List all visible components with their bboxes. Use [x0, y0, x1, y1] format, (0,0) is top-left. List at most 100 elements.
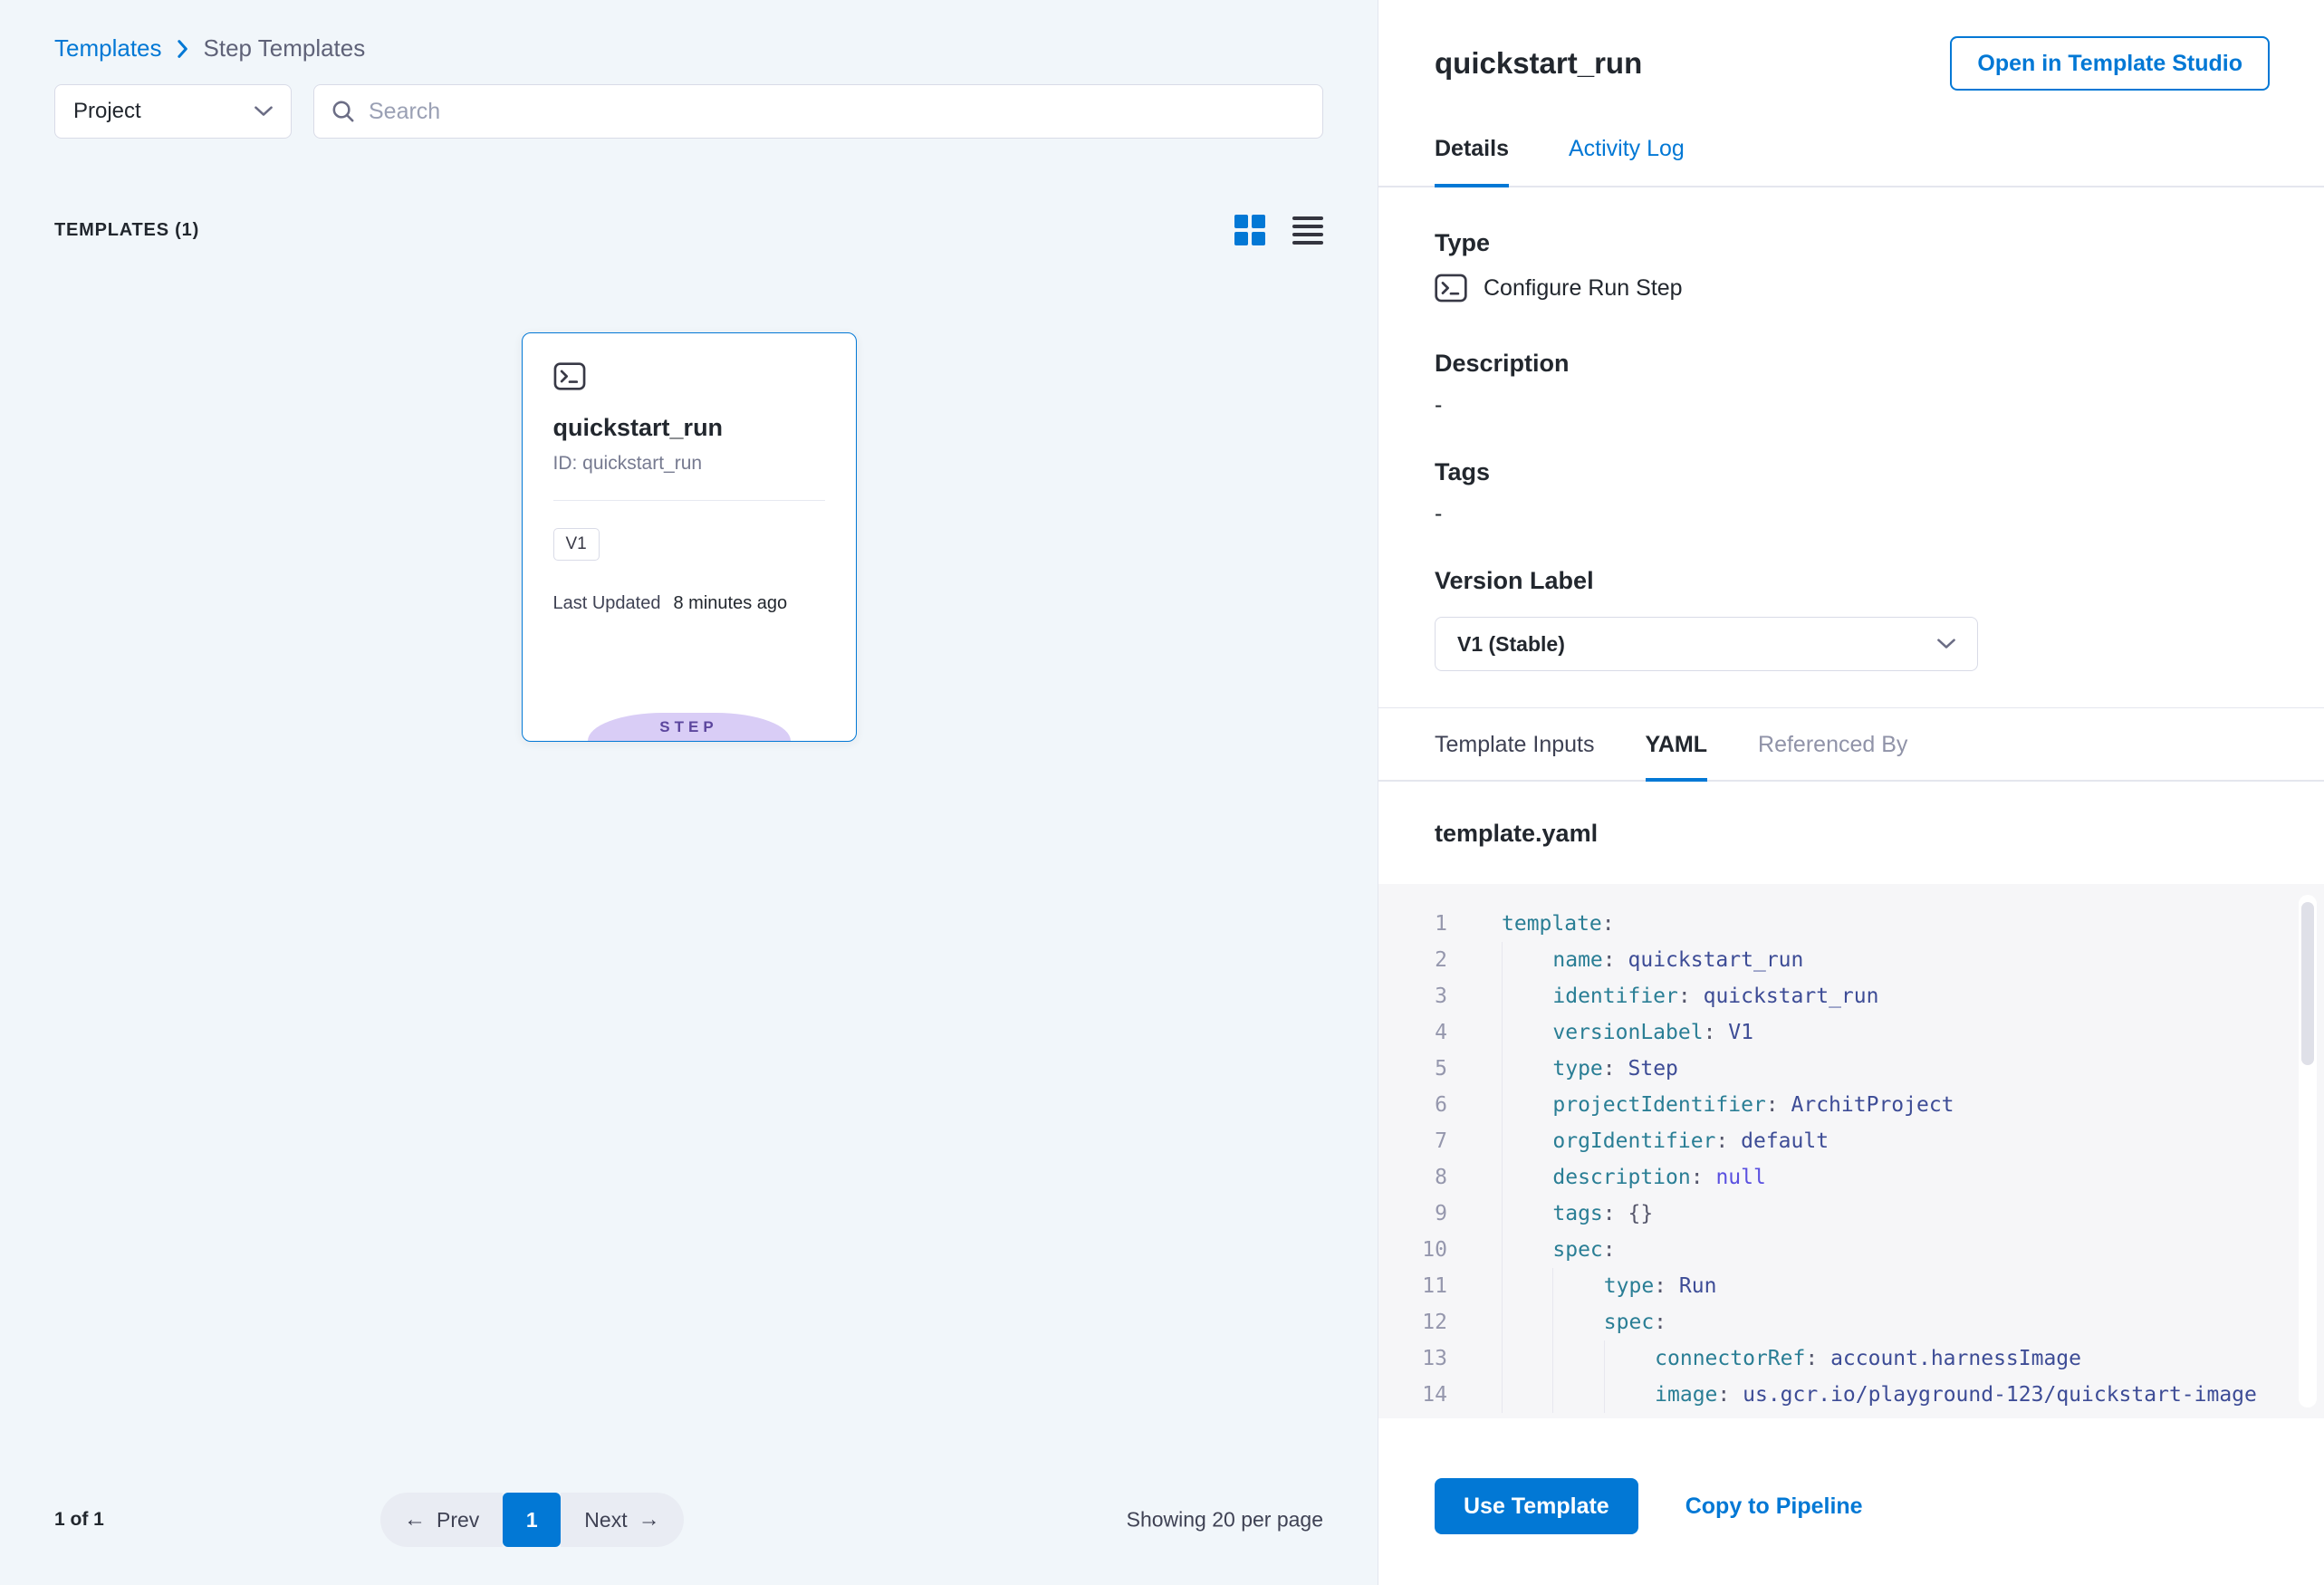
- card-last-updated: Last Updated 8 minutes ago: [553, 593, 825, 614]
- yaml-line: 9 tags: {}: [1378, 1196, 2324, 1232]
- last-updated-label: Last Updated: [553, 593, 661, 614]
- template-cards: quickstart_run ID: quickstart_run V1 Las…: [54, 332, 1323, 742]
- search-input[interactable]: [369, 99, 1306, 125]
- yaml-subtabs: Template Inputs YAML Referenced By: [1378, 707, 2324, 782]
- line-content: template:: [1502, 906, 1615, 942]
- line-content: projectIdentifier: ArchitProject: [1502, 1087, 1954, 1123]
- page-1-button[interactable]: 1: [503, 1493, 561, 1547]
- yaml-line: 4 versionLabel: V1: [1378, 1014, 2324, 1051]
- yaml-line: 1 template:: [1378, 906, 2324, 942]
- view-toggles: [1234, 215, 1323, 245]
- line-number: 14: [1378, 1377, 1447, 1413]
- line-content: spec:: [1502, 1232, 1616, 1268]
- run-step-icon: [1435, 274, 1467, 303]
- pager: ← Prev 1 Next →: [380, 1493, 684, 1547]
- prev-page-button[interactable]: ← Prev: [380, 1493, 503, 1547]
- line-number: 4: [1378, 1014, 1447, 1051]
- step-type-ribbon: STEP: [588, 713, 791, 741]
- line-content: orgIdentifier: default: [1502, 1123, 1829, 1159]
- details-tabs: Details Activity Log: [1378, 91, 2324, 187]
- line-content: image: us.gcr.io/playground-123/quicksta…: [1502, 1377, 2257, 1413]
- version-dropdown[interactable]: V1 (Stable): [1435, 617, 1978, 671]
- next-label: Next: [584, 1508, 627, 1532]
- line-content: type: Run: [1502, 1268, 1716, 1304]
- line-number: 5: [1378, 1051, 1447, 1087]
- card-id: ID: quickstart_run: [553, 453, 825, 475]
- line-number: 1: [1378, 906, 1447, 942]
- details-actions: Use Template Copy to Pipeline: [1378, 1418, 2324, 1534]
- page-summary: 1 of 1: [54, 1509, 104, 1531]
- yaml-editor[interactable]: 1template:2 name: quickstart_run3 identi…: [1378, 884, 2324, 1418]
- chevron-right-icon: [177, 40, 189, 58]
- line-number: 10: [1378, 1232, 1447, 1268]
- filter-bar: Project: [54, 84, 1323, 139]
- line-content: connectorRef: account.harnessImage: [1502, 1340, 2081, 1377]
- breadcrumb-current: Step Templates: [204, 34, 366, 62]
- open-in-template-studio-button[interactable]: Open in Template Studio: [1950, 36, 2270, 91]
- version-label: Version Label: [1435, 567, 2268, 595]
- breadcrumb: Templates Step Templates: [54, 0, 1323, 62]
- line-content: type: Step: [1502, 1051, 1678, 1087]
- details-title: quickstart_run: [1435, 46, 1642, 81]
- line-number: 8: [1378, 1159, 1447, 1196]
- search-icon: [331, 99, 356, 124]
- line-number: 2: [1378, 942, 1447, 978]
- line-number: 9: [1378, 1196, 1447, 1232]
- details-header: quickstart_run Open in Template Studio: [1378, 0, 2324, 91]
- tab-activity-log[interactable]: Activity Log: [1569, 136, 1685, 186]
- scope-dropdown[interactable]: Project: [54, 84, 292, 139]
- card-title: quickstart_run: [553, 414, 825, 442]
- use-template-button[interactable]: Use Template: [1435, 1478, 1638, 1534]
- yaml-line: 5 type: Step: [1378, 1051, 2324, 1087]
- search-box: [313, 84, 1323, 139]
- line-number: 3: [1378, 978, 1447, 1014]
- arrow-left-icon: ←: [404, 1509, 426, 1531]
- yaml-line: 11 type: Run: [1378, 1268, 2324, 1304]
- list-view-icon[interactable]: [1292, 216, 1323, 245]
- line-content: name: quickstart_run: [1502, 942, 1803, 978]
- templates-section-header: TEMPLATES (1): [54, 215, 1323, 245]
- grid-view-icon[interactable]: [1234, 215, 1265, 245]
- per-page-summary: Showing 20 per page: [1127, 1508, 1323, 1532]
- copy-to-pipeline-link[interactable]: Copy to Pipeline: [1685, 1494, 1863, 1520]
- line-number: 6: [1378, 1087, 1447, 1123]
- yaml-line: 7 orgIdentifier: default: [1378, 1123, 2324, 1159]
- template-card-quickstart-run[interactable]: quickstart_run ID: quickstart_run V1 Las…: [522, 332, 857, 742]
- type-row: Configure Run Step: [1435, 274, 2268, 303]
- yaml-filename: template.yaml: [1378, 782, 2324, 884]
- line-content: description: null: [1502, 1159, 1766, 1196]
- line-content: identifier: quickstart_run: [1502, 978, 1878, 1014]
- subtab-yaml[interactable]: YAML: [1646, 708, 1708, 782]
- version-badge: V1: [553, 528, 600, 561]
- description-label: Description: [1435, 350, 2268, 378]
- chevron-down-icon: [1937, 639, 1955, 649]
- run-step-icon: [553, 362, 586, 390]
- chevron-down-icon: [254, 106, 273, 117]
- line-content: spec:: [1502, 1304, 1666, 1340]
- line-content: versionLabel: V1: [1502, 1014, 1753, 1051]
- tags-label: Tags: [1435, 458, 2268, 486]
- scrollbar-track: [2299, 895, 2317, 1407]
- line-number: 7: [1378, 1123, 1447, 1159]
- pagination-footer: 1 of 1 ← Prev 1 Next → Showing 20 per pa…: [54, 1493, 1323, 1547]
- next-page-button[interactable]: Next →: [561, 1493, 683, 1547]
- version-dropdown-value: V1 (Stable): [1457, 632, 1565, 657]
- breadcrumb-templates-link[interactable]: Templates: [54, 34, 162, 62]
- arrow-right-icon: →: [639, 1509, 660, 1531]
- yaml-line: 6 projectIdentifier: ArchitProject: [1378, 1087, 2324, 1123]
- template-details-panel: quickstart_run Open in Template Studio D…: [1378, 0, 2324, 1585]
- line-number: 11: [1378, 1268, 1447, 1304]
- tab-details[interactable]: Details: [1435, 136, 1509, 187]
- details-body: Type Configure Run Step Description - Ta…: [1378, 187, 2324, 671]
- scrollbar-thumb[interactable]: [2301, 902, 2314, 1065]
- yaml-line: 2 name: quickstart_run: [1378, 942, 2324, 978]
- subtab-template-inputs[interactable]: Template Inputs: [1435, 708, 1595, 780]
- templates-list-panel: Templates Step Templates Project TEMPLAT…: [0, 0, 1378, 1585]
- yaml-line: 3 identifier: quickstart_run: [1378, 978, 2324, 1014]
- type-value: Configure Run Step: [1484, 275, 1683, 302]
- type-label: Type: [1435, 229, 2268, 257]
- yaml-line: 10 spec:: [1378, 1232, 2324, 1268]
- subtab-referenced-by[interactable]: Referenced By: [1758, 708, 1907, 780]
- yaml-line: 14 image: us.gcr.io/playground-123/quick…: [1378, 1377, 2324, 1413]
- description-value: -: [1435, 392, 2268, 418]
